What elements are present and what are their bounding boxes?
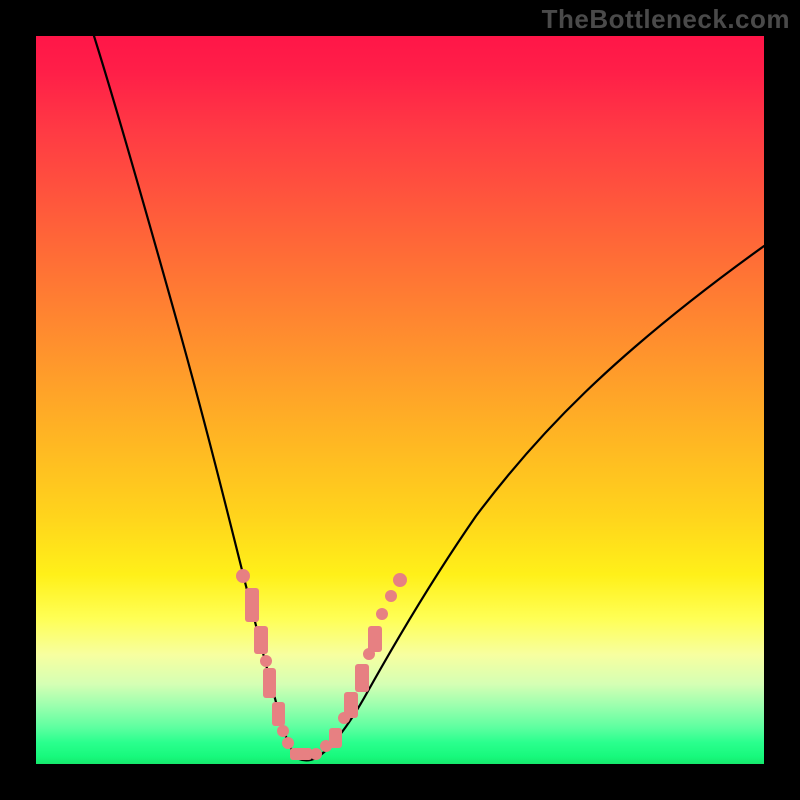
curve-dots: [236, 569, 407, 760]
bottleneck-curve: [94, 36, 764, 760]
plot-area: [36, 36, 764, 764]
curve-svg: [36, 36, 764, 764]
chart-frame: TheBottleneck.com: [0, 0, 800, 800]
watermark-text: TheBottleneck.com: [542, 4, 790, 35]
